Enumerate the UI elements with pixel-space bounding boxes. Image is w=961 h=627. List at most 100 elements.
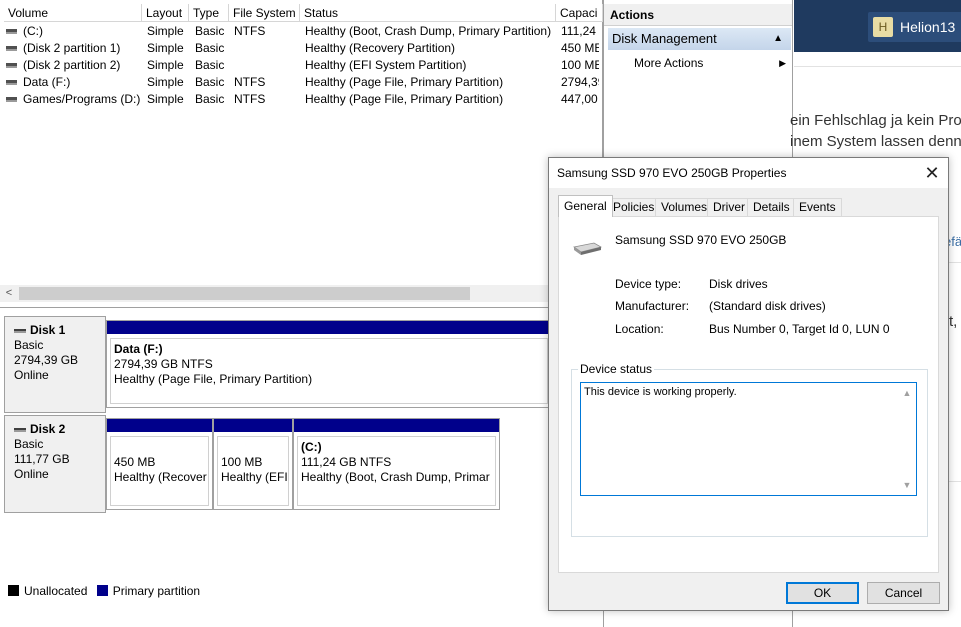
ok-button[interactable]: OK [786, 582, 859, 604]
avatar: H [873, 17, 893, 37]
tab-driver[interactable]: Driver [707, 198, 751, 216]
volume-capacity: 447,00 [561, 92, 598, 106]
scroll-up-icon[interactable]: ▲ [899, 386, 915, 400]
tab-volumes[interactable]: Volumes [655, 198, 714, 216]
volume-layout: Simple [147, 58, 184, 72]
column-header-layout[interactable]: Layout [142, 4, 189, 22]
partition-data-f[interactable]: Data (F:) 2794,39 GB NTFS Healthy (Page … [106, 320, 552, 408]
volume-row[interactable]: (Disk 2 partition 1) Simple Basic Health… [0, 40, 600, 57]
volume-fs: NTFS [234, 24, 266, 38]
device-name: Samsung SSD 970 EVO 250GB [615, 233, 787, 247]
volume-row[interactable]: (Disk 2 partition 2) Simple Basic Health… [0, 57, 600, 74]
action-disk-management[interactable]: Disk Management ▲ [608, 28, 791, 50]
dialog-titlebar[interactable]: Samsung SSD 970 EVO 250GB Properties ✕ [549, 158, 948, 188]
column-header-type[interactable]: Type [189, 4, 229, 22]
partition-efi[interactable]: 100 MB Healthy (EFI [213, 418, 293, 510]
column-header-filesystem[interactable]: File System [229, 4, 300, 22]
action-label: Disk Management [612, 31, 717, 46]
column-header-volume[interactable]: Volume [4, 4, 142, 22]
volume-type: Basic [195, 58, 225, 72]
horizontal-scrollbar[interactable]: < [0, 285, 548, 302]
partition-c[interactable]: (C:) 111,24 GB NTFS Healthy (Boot, Crash… [293, 418, 500, 510]
volume-name: (C:) [23, 24, 43, 38]
general-tab-panel: Samsung SSD 970 EVO 250GB Device type: D… [558, 216, 939, 573]
partition-size: 2794,39 GB NTFS [114, 357, 213, 371]
volume-status: Healthy (Boot, Crash Dump, Primary Parti… [305, 24, 552, 38]
disk-name: Disk 2 [30, 422, 66, 436]
partition-recovery[interactable]: 450 MB Healthy (Recover [106, 418, 213, 510]
location-value: Bus Number 0, Target Id 0, LUN 0 [709, 322, 890, 336]
cancel-button[interactable]: Cancel [867, 582, 940, 604]
partition-status: Healthy (Page File, Primary Partition) [114, 372, 313, 386]
volume-layout: Simple [147, 75, 184, 89]
volume-row[interactable]: Data (F:) Simple Basic NTFS Healthy (Pag… [0, 74, 600, 91]
device-status-textbox[interactable]: This device is working properly. ▲ ▼ [580, 382, 917, 496]
device-type-value: Disk drives [709, 277, 768, 291]
volume-layout: Simple [147, 92, 184, 106]
tab-general[interactable]: General [558, 195, 613, 217]
column-header-capacity[interactable]: Capaci [556, 4, 603, 22]
volume-name: Games/Programs (D:) [23, 92, 140, 106]
scroll-left-arrow[interactable]: < [3, 285, 15, 302]
close-icon[interactable]: ✕ [917, 158, 947, 188]
legend-primary: Primary partition [112, 584, 201, 598]
volume-type: Basic [195, 41, 225, 55]
partition-size: 111,24 GB NTFS [301, 455, 392, 469]
tab-details[interactable]: Details [747, 198, 796, 216]
tab-events[interactable]: Events [793, 198, 842, 216]
action-label: More Actions [634, 56, 704, 70]
volume-fs: NTFS [234, 75, 266, 89]
disk-state: Online [14, 467, 49, 481]
volume-name: Data (F:) [23, 75, 71, 89]
dialog-title: Samsung SSD 970 EVO 250GB Properties [557, 166, 787, 180]
action-more-actions[interactable]: More Actions ▶ [634, 53, 790, 73]
disk-2-label[interactable]: Disk 2 Basic 111,77 GB Online [4, 415, 106, 513]
volume-type: Basic [195, 75, 225, 89]
primary-partition-bar [214, 419, 292, 432]
volume-layout: Simple [147, 41, 184, 55]
collapse-up-icon[interactable]: ▲ [773, 28, 783, 50]
primary-partition-bar [294, 419, 499, 432]
primary-partition-bar [107, 321, 551, 334]
disk-size: 111,77 GB [14, 452, 70, 466]
volume-row[interactable]: (C:) Simple Basic NTFS Healthy (Boot, Cr… [0, 23, 600, 40]
vertical-scrollbar[interactable]: ▲ ▼ [899, 384, 915, 494]
partition-size: 450 MB [114, 455, 156, 469]
partition-status: Healthy (Boot, Crash Dump, Primar [301, 470, 490, 484]
volume-row[interactable]: Games/Programs (D:) Simple Basic NTFS He… [0, 91, 600, 108]
properties-dialog: Samsung SSD 970 EVO 250GB Properties ✕ G… [548, 157, 949, 611]
disk-type: Basic [14, 437, 44, 451]
user-badge[interactable]: H Helion13 [868, 12, 961, 42]
primary-partition-bar [107, 419, 212, 432]
scrollbar-thumb[interactable] [19, 287, 470, 300]
volume-fs: NTFS [234, 92, 266, 106]
volume-icon [6, 63, 17, 69]
scroll-down-icon[interactable]: ▼ [899, 478, 915, 492]
device-type-label: Device type: [615, 277, 682, 291]
actions-title: Actions [604, 4, 792, 26]
disk-name: Disk 1 [30, 323, 66, 337]
volume-icon [6, 46, 17, 52]
volume-capacity: 2794,39 [561, 75, 599, 89]
volume-status: Healthy (Page File, Primary Partition) [305, 75, 504, 89]
disk-state: Online [14, 368, 49, 382]
disk-graphical-view: Disk 1 Basic 2794,39 GB Online Data (F:)… [0, 307, 603, 627]
column-header-status[interactable]: Status [300, 4, 556, 22]
volume-status: Healthy (Recovery Partition) [305, 41, 456, 55]
divider [794, 66, 961, 67]
disk-1-label[interactable]: Disk 1 Basic 2794,39 GB Online [4, 316, 106, 413]
post-text-line: inem System lassen denn [790, 133, 961, 150]
post-text-line: ein Fehlschlag ja kein Prob [790, 112, 961, 129]
disk-type: Basic [14, 338, 44, 352]
submenu-arrow-icon: ▶ [779, 58, 786, 68]
username: Helion13 [900, 19, 956, 35]
tab-policies[interactable]: Policies [607, 198, 661, 216]
unallocated-swatch [8, 585, 19, 596]
partition-title: Data (F:) [114, 342, 163, 356]
device-status-group: Device status This device is working pro… [571, 362, 928, 537]
volume-layout: Simple [147, 24, 184, 38]
volume-type: Basic [195, 24, 225, 38]
volume-capacity: 100 ME [561, 58, 599, 72]
partition-title: (C:) [301, 440, 322, 454]
manufacturer-value: (Standard disk drives) [709, 299, 826, 313]
